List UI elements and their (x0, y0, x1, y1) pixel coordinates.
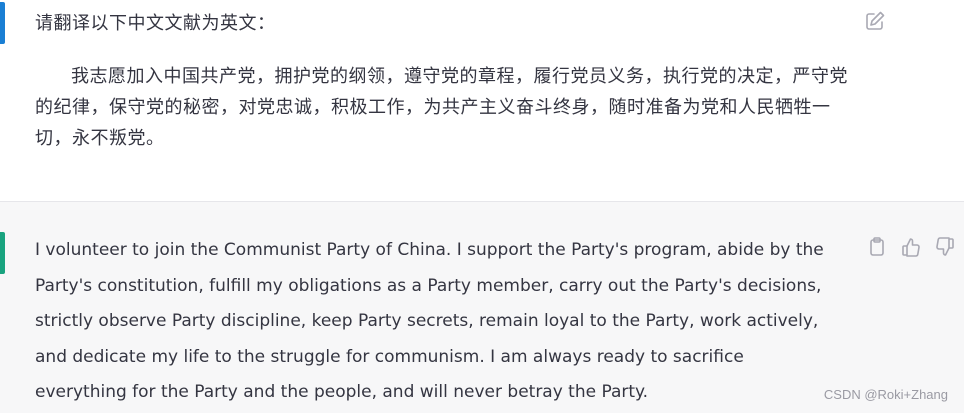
thumbs-up-icon[interactable] (900, 236, 922, 258)
user-request: 请翻译以下中文文献为英文： (35, 13, 276, 34)
user-source-paragraph: 我志愿加入中国共产党，拥护党的纲领，遵守党的章程，履行党员义务，执行党的决定，严… (35, 66, 848, 149)
message-actions (866, 236, 962, 260)
edit-icon[interactable] (864, 10, 886, 32)
watermark: CSDN @Roki+Zhang (823, 387, 948, 402)
user-message: 请翻译以下中文文献为英文： 我志愿加入中国共产党，拥护党的纲领，遵守党的章程，履… (0, 0, 964, 202)
user-avatar-marker (0, 2, 5, 44)
chat-page: 请翻译以下中文文献为英文： 我志愿加入中国共产党，拥护党的纲领，遵守党的章程，履… (0, 0, 964, 413)
assistant-message: I volunteer to join the Communist Party … (0, 202, 964, 413)
assistant-text-line: strictly observe Party discipline, keep … (35, 311, 819, 331)
assistant-text-line: Party's constitution, fulfill my obligat… (35, 275, 822, 296)
assistant-avatar-marker (0, 232, 5, 274)
assistant-text-line: I volunteer to join the Communist Party … (35, 240, 824, 260)
clipboard-icon[interactable] (866, 236, 888, 258)
assistant-text-line: everything for the Party and the people,… (35, 382, 649, 402)
assistant-message-text: I volunteer to join the Communist Party … (35, 233, 855, 411)
user-message-text: 请翻译以下中文文献为英文： 我志愿加入中国共产党，拥护党的纲领，遵守党的章程，履… (35, 8, 855, 154)
assistant-text-line: and dedicate my life to the struggle for… (35, 346, 744, 367)
thumbs-down-icon[interactable] (934, 236, 956, 258)
